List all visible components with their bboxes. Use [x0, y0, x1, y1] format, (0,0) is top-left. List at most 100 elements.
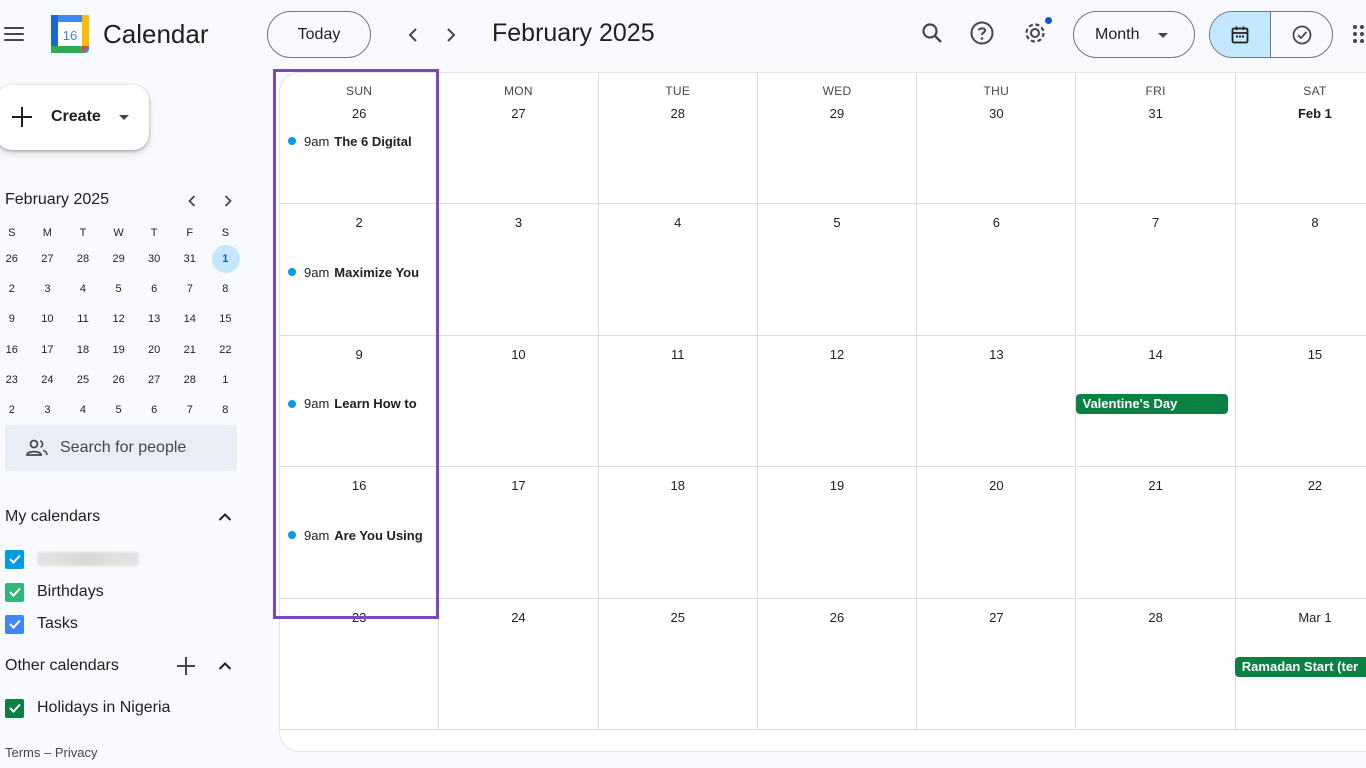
day-number[interactable]: 11: [599, 347, 757, 362]
day-number[interactable]: 4: [599, 215, 757, 230]
day-cell[interactable]: 23: [280, 598, 440, 730]
day-number[interactable]: 14: [1077, 347, 1235, 362]
day-cell[interactable]: 27: [917, 598, 1077, 730]
day-number[interactable]: 29: [758, 106, 916, 121]
day-cell[interactable]: 25: [598, 598, 758, 730]
day-number[interactable]: 26: [280, 106, 438, 121]
day-number[interactable]: 21: [1077, 478, 1235, 493]
mini-calendar-day[interactable]: 19: [101, 335, 137, 365]
day-number[interactable]: 27: [439, 106, 597, 121]
create-button[interactable]: Create: [0, 85, 149, 150]
day-cell[interactable]: 12: [757, 335, 918, 468]
mini-calendar-day[interactable]: 8: [208, 274, 244, 304]
mini-calendar-day[interactable]: 28: [65, 244, 101, 274]
mini-calendar-day[interactable]: 10: [30, 304, 66, 334]
day-cell[interactable]: FRI 31: [1076, 73, 1236, 205]
mini-calendar-day[interactable]: 20: [136, 335, 172, 365]
day-cell[interactable]: 15: [1235, 336, 1366, 468]
mini-calendar-day[interactable]: 3: [30, 274, 66, 304]
mini-calendar-day[interactable]: 6: [136, 395, 172, 425]
day-number[interactable]: 7: [1077, 215, 1235, 230]
mini-calendar-day[interactable]: 29: [101, 244, 137, 274]
mini-calendar-day[interactable]: 12: [101, 304, 137, 334]
mini-calendar-day[interactable]: 5: [101, 274, 137, 304]
mini-calendar-day[interactable]: 11: [65, 304, 101, 334]
mini-calendar-day[interactable]: 14: [172, 304, 208, 334]
mini-calendar-day[interactable]: 7: [172, 395, 208, 425]
day-cell[interactable]: 3: [439, 204, 599, 336]
mini-calendar-day[interactable]: 21: [172, 335, 208, 365]
mini-calendar-day[interactable]: 2: [0, 395, 30, 425]
search-icon[interactable]: [917, 18, 947, 48]
calendar-item-personal[interactable]: [5, 547, 139, 571]
day-number[interactable]: 18: [599, 478, 757, 493]
checkbox-checked-icon[interactable]: [5, 698, 24, 718]
mini-calendar-day[interactable]: 1: [208, 365, 244, 395]
event-item[interactable]: 9am Learn How to: [288, 394, 433, 414]
mini-calendar-next-button[interactable]: [218, 191, 238, 211]
day-cell[interactable]: 20: [917, 467, 1077, 599]
calendar-item-tasks[interactable]: Tasks: [5, 612, 78, 636]
day-number[interactable]: 5: [758, 215, 916, 230]
all-day-event-chip[interactable]: Valentine's Day: [1075, 393, 1228, 414]
search-people-input[interactable]: Search for people: [5, 425, 237, 471]
mini-calendar-day[interactable]: 9: [0, 304, 30, 334]
day-number[interactable]: 20: [917, 478, 1075, 493]
day-number[interactable]: 2: [280, 215, 438, 230]
day-number[interactable]: 25: [599, 610, 757, 625]
mini-calendar-day[interactable]: 18: [65, 335, 101, 365]
day-number[interactable]: 30: [917, 106, 1075, 121]
day-number[interactable]: 28: [599, 106, 757, 121]
today-button[interactable]: Today: [267, 11, 371, 58]
day-number[interactable]: 3: [439, 215, 597, 230]
checkbox-checked-icon[interactable]: [5, 614, 24, 634]
day-number[interactable]: 19: [758, 478, 916, 493]
day-cell[interactable]: 24: [439, 598, 599, 730]
calendar-item-holidays-nigeria[interactable]: Holidays in Nigeria: [5, 696, 170, 720]
day-cell[interactable]: 17: [439, 467, 599, 599]
mini-calendar-day[interactable]: 7: [172, 274, 208, 304]
day-number[interactable]: 10: [439, 347, 597, 362]
day-cell[interactable]: TUE 28: [598, 73, 758, 205]
day-cell[interactable]: 4: [598, 204, 758, 336]
day-number[interactable]: 9: [280, 347, 438, 362]
day-number[interactable]: 26: [758, 610, 916, 625]
mini-calendar-day[interactable]: 23: [0, 365, 30, 395]
day-cell[interactable]: 18: [598, 467, 758, 599]
mini-calendar-day[interactable]: 25: [65, 365, 101, 395]
mini-calendar-day[interactable]: 6: [136, 274, 172, 304]
day-number[interactable]: 6: [917, 215, 1075, 230]
day-number[interactable]: 16: [280, 478, 438, 493]
day-cell[interactable]: MON 27: [439, 73, 599, 205]
day-cell[interactable]: 11: [598, 335, 758, 468]
mini-calendar-day[interactable]: 3: [30, 395, 66, 425]
day-cell[interactable]: THU 30: [917, 73, 1077, 205]
mini-calendar-day[interactable]: 27: [30, 244, 66, 274]
day-cell[interactable]: 5: [757, 204, 918, 336]
event-item[interactable]: 9am Maximize You: [288, 262, 433, 282]
mini-calendar-day[interactable]: 13: [136, 304, 172, 334]
day-cell[interactable]: 26: [757, 598, 918, 730]
day-cell[interactable]: 10: [439, 335, 599, 468]
terms-link[interactable]: Terms: [5, 745, 40, 760]
day-cell[interactable]: 22: [1235, 467, 1366, 599]
mini-calendar-day[interactable]: 5: [101, 395, 137, 425]
mini-calendar-day[interactable]: 28: [172, 365, 208, 395]
day-number[interactable]: 28: [1077, 610, 1235, 625]
privacy-link[interactable]: Privacy: [55, 745, 98, 760]
mini-calendar-day[interactable]: 17: [30, 335, 66, 365]
mini-calendar-day[interactable]: 24: [30, 365, 66, 395]
event-item[interactable]: 9am Are You Using: [288, 525, 433, 545]
my-calendars-collapse-button[interactable]: [215, 507, 235, 527]
day-number[interactable]: 17: [439, 478, 597, 493]
all-day-event-chip[interactable]: Ramadan Start (ter: [1234, 656, 1366, 677]
mini-calendar-day[interactable]: 27: [136, 365, 172, 395]
day-number[interactable]: 15: [1236, 347, 1366, 362]
day-cell[interactable]: 8: [1235, 204, 1366, 336]
previous-period-button[interactable]: [400, 22, 426, 48]
mini-calendar-day[interactable]: 30: [136, 244, 172, 274]
day-cell[interactable]: 13: [917, 335, 1077, 468]
day-number[interactable]: 13: [917, 347, 1075, 362]
day-cell[interactable]: 6: [917, 204, 1077, 336]
day-cell[interactable]: SAT Feb 1: [1235, 73, 1366, 205]
